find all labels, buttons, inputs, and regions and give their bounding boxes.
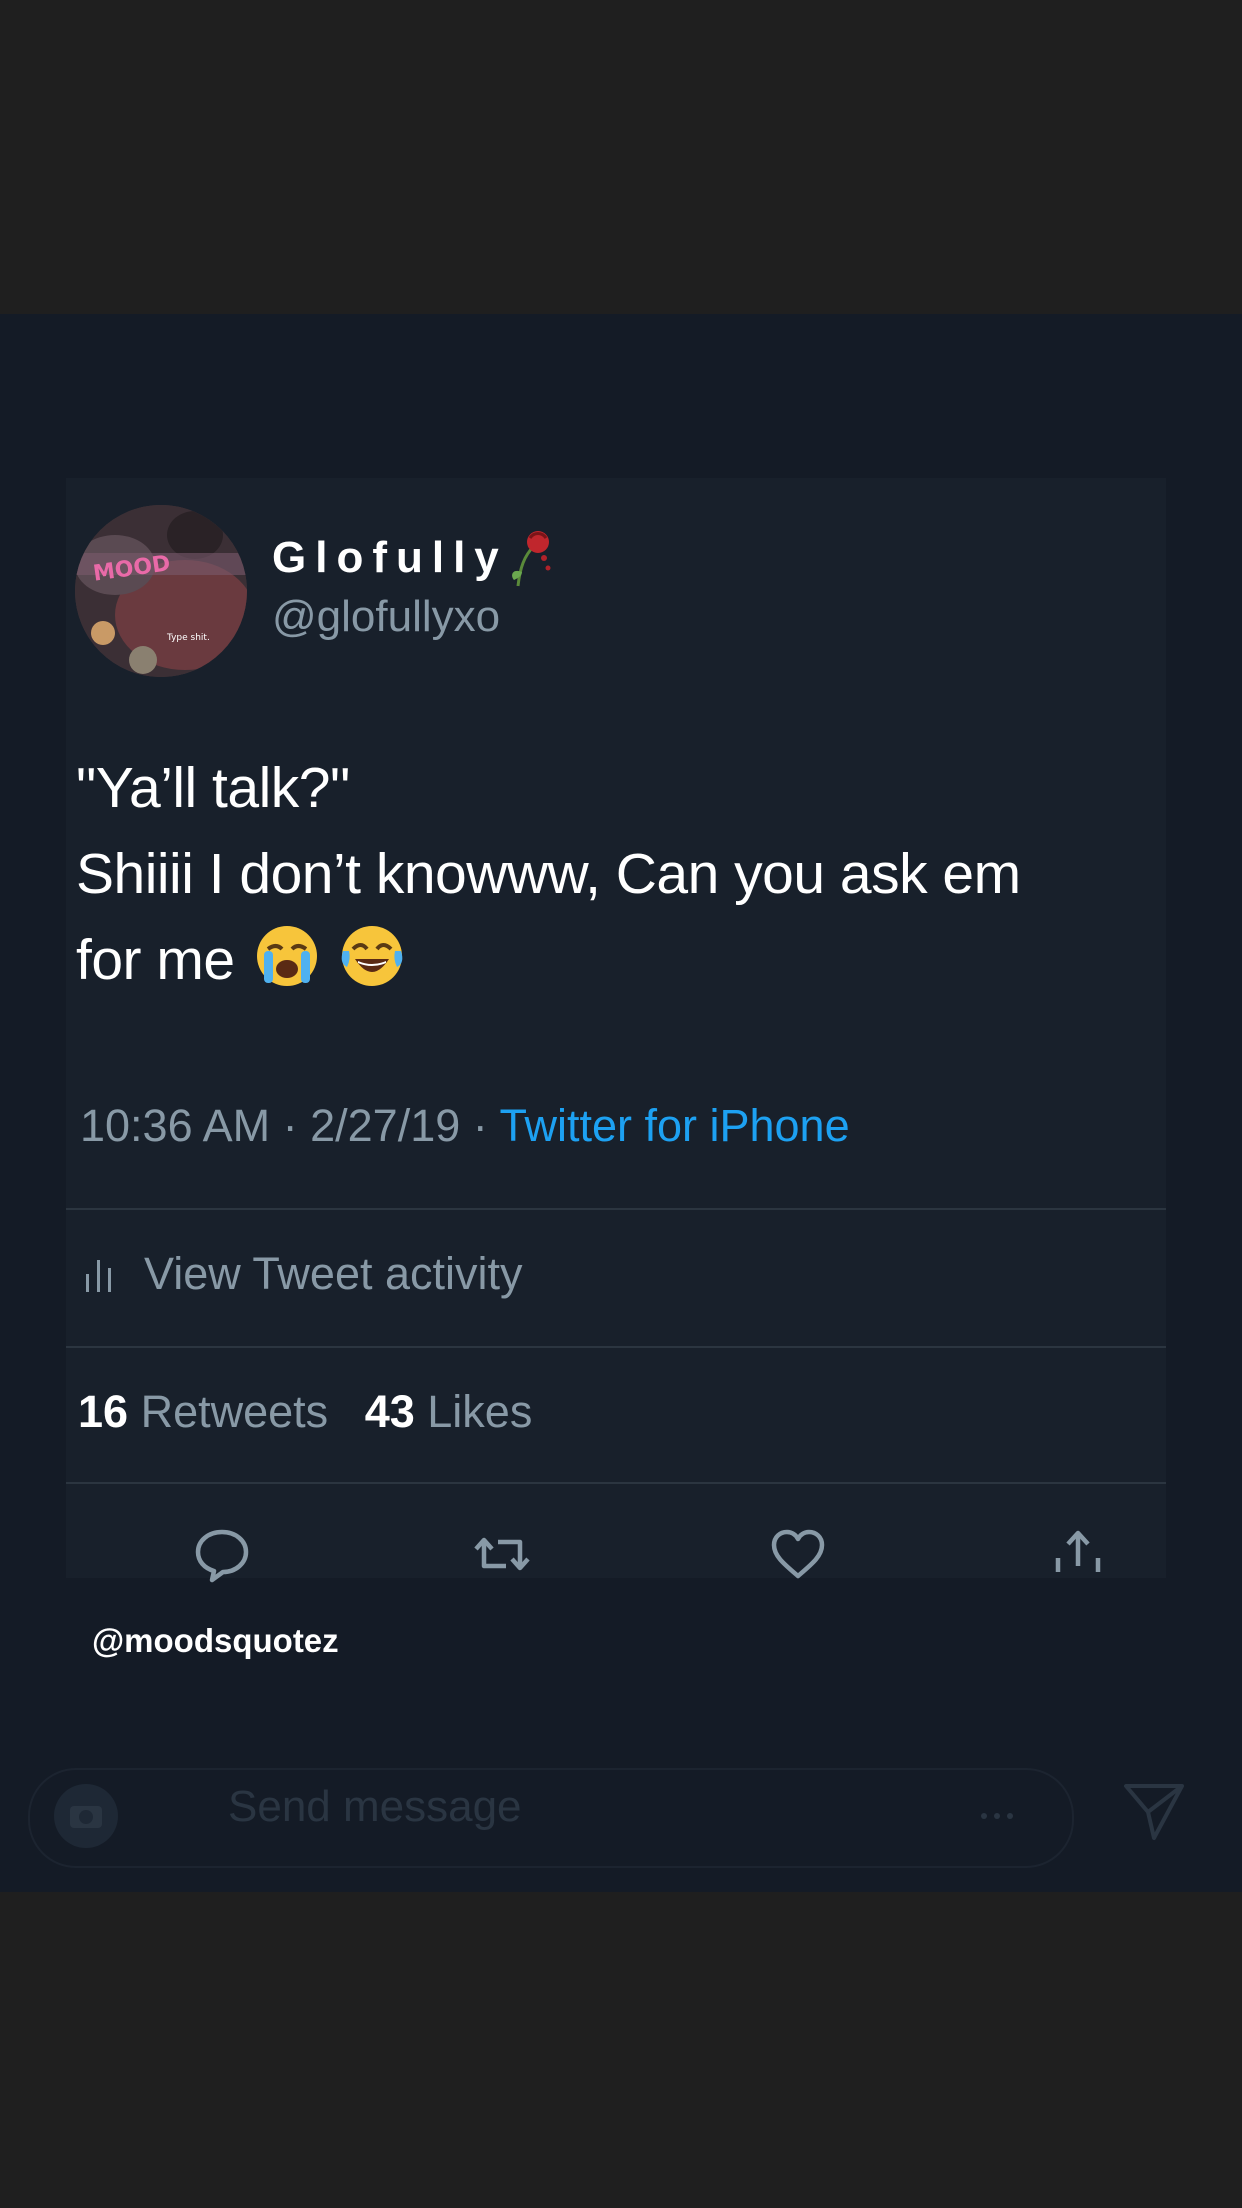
reply-icon[interactable]: [190, 1522, 254, 1586]
tweet-line-1: "Ya’ll talk?": [76, 756, 350, 820]
camera-icon[interactable]: [52, 1782, 120, 1850]
likes-label[interactable]: Likes: [427, 1386, 532, 1437]
letterbox-top: [0, 0, 1242, 314]
story-watermark: @moodsquotez: [92, 1622, 339, 1659]
more-icon[interactable]: [972, 1796, 1022, 1836]
tweet-meta: 10:36 AM · 2/27/19 · Twitter for iPhone: [80, 1100, 850, 1152]
loudly-crying-face-icon: [256, 926, 317, 986]
tweet-timestamp: 10:36 AM · 2/27/19 ·: [80, 1100, 500, 1151]
send-icon[interactable]: [1118, 1776, 1190, 1848]
retweets-label[interactable]: Retweets: [141, 1386, 329, 1437]
tweet-line-3-text: for me: [76, 928, 235, 992]
display-name-text: Glofully: [272, 533, 508, 582]
send-message-bar[interactable]: [28, 1768, 1074, 1868]
user-handle[interactable]: @glofullyxo: [272, 592, 500, 642]
retweet-icon[interactable]: [470, 1522, 534, 1586]
likes-count[interactable]: 43: [365, 1386, 415, 1437]
avatar-caption: Type shit.: [166, 633, 210, 643]
tweet-text: "Ya’ll talk?" Shiiii I don’t knowww, Can…: [76, 745, 1156, 1003]
letterbox-bottom: [0, 1892, 1242, 2208]
divider: [66, 1346, 1166, 1348]
retweets-count[interactable]: 16: [78, 1386, 128, 1437]
face-with-tears-of-joy-icon: [341, 926, 403, 986]
display-name[interactable]: Glofully: [272, 528, 556, 588]
divider: [66, 1208, 1166, 1210]
like-icon[interactable]: [766, 1522, 830, 1586]
share-icon[interactable]: [1046, 1522, 1110, 1586]
view-tweet-activity-label: View Tweet activity: [144, 1248, 523, 1299]
bar-chart-icon: [86, 1260, 111, 1292]
tweet-stats: 16 Retweets 43 Likes: [78, 1386, 532, 1438]
tweet-source-link[interactable]: Twitter for iPhone: [499, 1100, 849, 1151]
divider: [66, 1482, 1166, 1484]
tweet-line-2: Shiiii I don’t knowww, Can you ask em: [76, 842, 1021, 906]
tweet-line-3: for me: [76, 917, 1156, 1003]
view-tweet-activity-button[interactable]: View Tweet activity: [84, 1248, 523, 1300]
send-message-input[interactable]: Send message: [228, 1782, 522, 1832]
wilted-rose-icon: [511, 531, 551, 587]
avatar[interactable]: MOOD Type shit.: [75, 505, 247, 677]
